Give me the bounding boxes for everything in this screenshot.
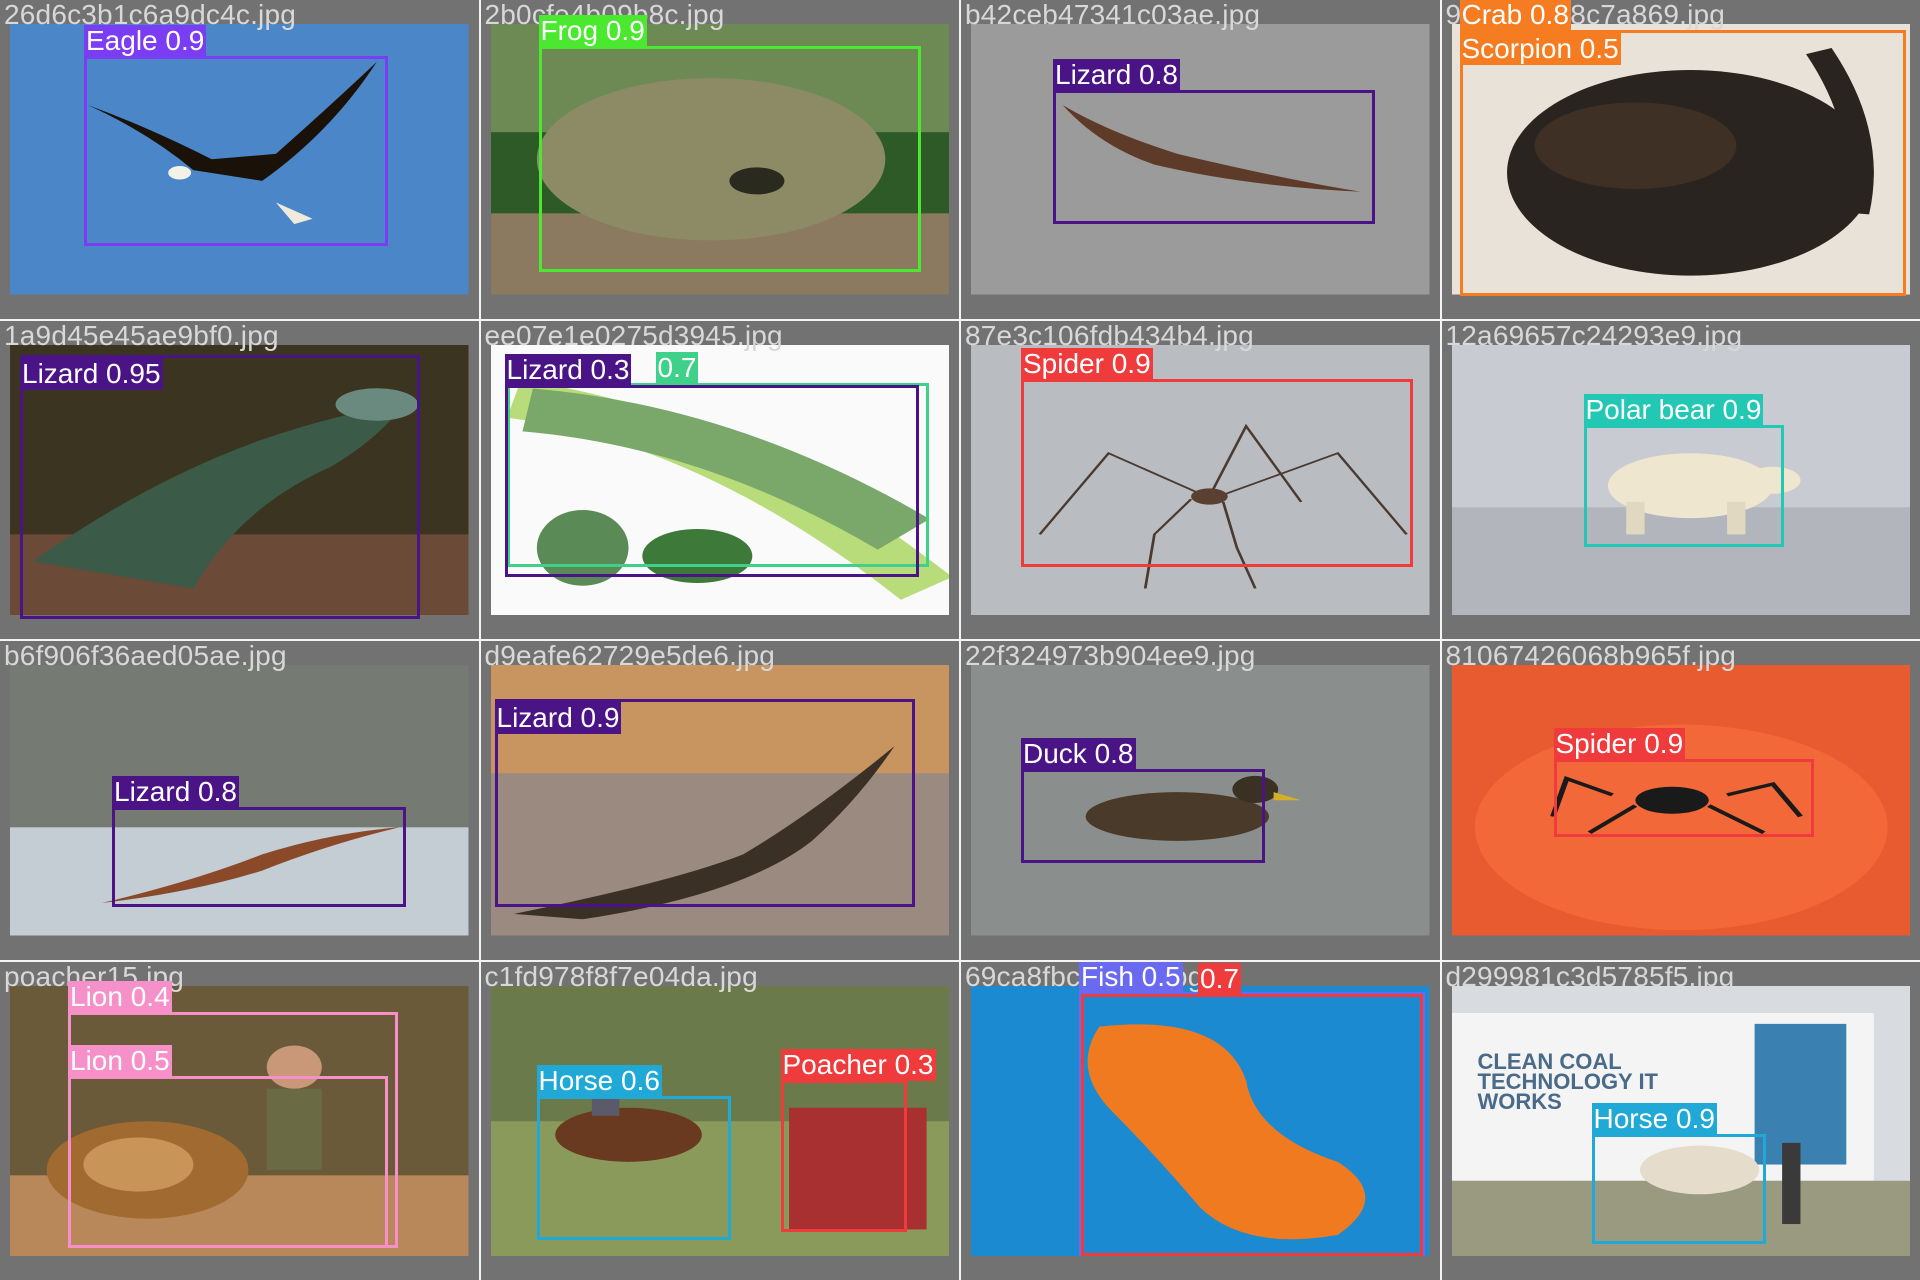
bbox-lizard: Lizard 0.3 [504, 353, 919, 577]
detection-label: Horse 0.6 [536, 1064, 662, 1097]
detection-label: Lizard 0.8 [1053, 59, 1180, 91]
filename: 1a9d45e45ae9bf0.jpg [4, 320, 279, 351]
tile-lizard-gravel: b42ceb47341c03ae.jpg Lizard 0.8 [961, 0, 1440, 319]
bbox-horse: Horse 0.6 [536, 1064, 731, 1240]
tile-iguana: 1a9d45e45ae9bf0.jpg Lizard 0.95 [0, 320, 479, 639]
bbox-duck: Duck 0.8 [1021, 738, 1265, 863]
detection-label: Fish 0.5 [1079, 961, 1183, 993]
detection-label: Eagle 0.9 [84, 25, 207, 57]
bbox-lizard: Lizard 0.8 [112, 776, 406, 907]
tile-spider-gray: 87e3c106fdb434b4.jpg Spider 0.9 [961, 320, 1440, 639]
detection-label: Lion 0.4 [68, 980, 172, 1013]
bbox-crab: Crab 0.8 Scorpion 0.5 [1459, 0, 1906, 296]
bbox-poacher: Poacher 0.3 [780, 1048, 936, 1232]
filename: 22f324973b904ee9.jpg [965, 641, 1256, 671]
bbox-other: 0.7 [1081, 962, 1423, 1256]
bbox-lion: Lion 0.5 [68, 1044, 388, 1248]
filename: d9eafe62729e5de6.jpg [484, 641, 776, 671]
bbox-lizard: Lizard 0.9 [494, 699, 915, 907]
detection-label: Lizard 0.8 [112, 776, 239, 808]
bbox-lizard: Lizard 0.95 [20, 354, 420, 619]
tile-caterpillar: ee07e1e0275d3945.jpg 0.7 Lizard 0.3 [480, 320, 959, 639]
tile-lion: poacher15.jpg Lion 0.4 Lion 0.5 [0, 961, 479, 1280]
detection-label: Spider 0.9 [1553, 728, 1686, 760]
detection-label: Lizard 0.9 [494, 702, 622, 734]
tile-duck: 22f324973b904ee9.jpg Duck 0.8 [961, 641, 1440, 960]
bbox-lizard: Lizard 0.8 [1053, 59, 1375, 224]
filename: c1fd978f8f7e04da.jpg [484, 961, 758, 992]
tile-lizard-rock: d9eafe62729e5de6.jpg Lizard 0.9 [480, 641, 959, 960]
detection-label: Spider 0.9 [1021, 347, 1153, 380]
detection-label: Lizard 0.95 [20, 357, 163, 390]
filename: b6f906f36aed05ae.jpg [4, 641, 287, 671]
detection-label: Polar bear 0.9 [1583, 393, 1764, 426]
detection-grid: 26d6c3b1c6a9dc4c.jpg Eagle 0.9 2b0cfe4b0… [0, 0, 1920, 1280]
bbox-eagle: Eagle 0.9 [84, 25, 388, 246]
detection-label: Duck 0.8 [1021, 738, 1136, 770]
tile-horse-battle: c1fd978f8f7e04da.jpg Horse 0.6 Poacher 0… [480, 961, 959, 1280]
filename: 81067426068b965f.jpg [1445, 641, 1737, 671]
detection-label: Lion 0.5 [68, 1044, 172, 1077]
tile-fish: 69ca8fbcaec33.jpg Fish 0.5 0.7 [961, 961, 1440, 1280]
detection-label: Horse 0.9 [1591, 1102, 1717, 1135]
filename: 12a69657c24293e9.jpg [1445, 320, 1743, 351]
tile-crab: 9c4ee7f8f8c7a869.jpg Crab 0.8 Scorpion 0… [1441, 0, 1920, 319]
tile-frog: 2b0cfe4b09b8c.jpg Frog 0.9 [480, 0, 959, 319]
filename: b42ceb47341c03ae.jpg [965, 0, 1261, 30]
tile-lizard-water: b6f906f36aed05ae.jpg Lizard 0.8 [0, 641, 479, 960]
tile-horse-truck: CLEAN COAL TECHNOLOGY IT WORKS d299981c3… [1441, 961, 1920, 1280]
detection-label: Lizard 0.3 [504, 353, 632, 386]
detection-label: 0.7 [655, 351, 699, 384]
bbox-spider: Spider 0.9 [1021, 347, 1413, 567]
bbox-frog: Frog 0.9 [538, 15, 921, 272]
detection-label: Scorpion 0.5 [1459, 33, 1621, 65]
bbox-spider: Spider 0.9 [1553, 728, 1814, 837]
detection-label: 0.7 [1198, 962, 1241, 995]
detection-label: Poacher 0.3 [780, 1048, 936, 1081]
tile-polar-bear: 12a69657c24293e9.jpg Polar bear 0.9 [1441, 320, 1920, 639]
tile-spider-orange: 81067426068b965f.jpg Spider 0.9 [1441, 641, 1920, 960]
filename: d299981c3d5785f5.jpg [1445, 961, 1735, 992]
tile-eagle: 26d6c3b1c6a9dc4c.jpg Eagle 0.9 [0, 0, 479, 319]
detection-label: Frog 0.9 [538, 15, 647, 47]
bbox-horse: Horse 0.9 [1591, 1102, 1766, 1244]
detection-label: Crab 0.8 [1459, 0, 1571, 31]
filename: ee07e1e0275d3945.jpg [484, 320, 783, 351]
bbox-polar-bear: Polar bear 0.9 [1583, 393, 1784, 547]
